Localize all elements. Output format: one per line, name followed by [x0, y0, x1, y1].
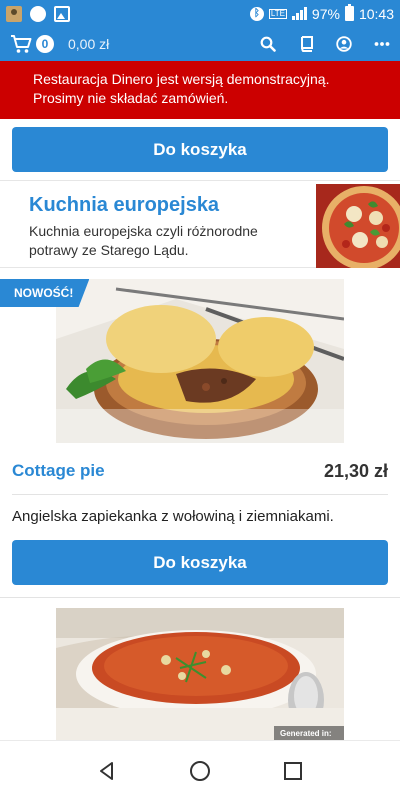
product-price: 21,30 zł: [323, 461, 388, 481]
system-indicators: ᛒ LTE 97% 10:43: [249, 4, 394, 22]
notification-icons: [6, 5, 70, 22]
generated-watermark: Generated in:: [280, 729, 332, 738]
product-name[interactable]: Cottage pie: [12, 461, 105, 481]
add-to-cart-button[interactable]: Do koszyka: [12, 127, 388, 172]
product-description: Angielska zapiekanka z wołowiną i ziemni…: [12, 508, 334, 525]
home-icon[interactable]: [188, 759, 212, 783]
cart-count-badge[interactable]: 0: [36, 35, 54, 53]
bluetooth-icon: ᛒ: [249, 6, 264, 21]
app-bar: 0 0,00 zł: [0, 27, 400, 61]
add-to-cart-button[interactable]: Do koszyka: [12, 540, 388, 585]
cottage-pie-image[interactable]: [56, 279, 344, 443]
clock: 10:43: [358, 5, 394, 22]
more-icon[interactable]: [374, 36, 390, 52]
cart-icon[interactable]: [10, 34, 32, 54]
recents-icon[interactable]: [281, 759, 305, 783]
battery-percent: 97%: [311, 5, 340, 22]
book-icon[interactable]: [298, 36, 314, 52]
demo-warning-line-2: Prosimy nie składać zamówień.: [33, 90, 229, 106]
demo-warning-banner: Restauracja Dinero jest wersją demonstra…: [0, 61, 400, 119]
system-nav-bar: [0, 740, 400, 800]
account-icon[interactable]: [336, 36, 352, 52]
signal-icon: [291, 7, 307, 20]
new-badge: NOWOŚĆ!: [0, 279, 90, 307]
cart-total[interactable]: 0,00 zł: [68, 36, 109, 52]
search-icon[interactable]: [260, 36, 276, 52]
menu-content[interactable]: Do koszyka Kuchnia europejska Kuchnia eu…: [0, 119, 400, 740]
status-bar: ᛒ LTE 97% 10:43: [0, 0, 400, 27]
product-divider: [12, 494, 388, 495]
image-notification-icon: [54, 5, 70, 22]
category-title: Kuchnia europejska: [29, 194, 220, 216]
category-description: Kuchnia europejska czyli różnorodne potr…: [29, 223, 258, 258]
soup-image[interactable]: Generated in:: [56, 608, 344, 740]
app-actions: [260, 36, 390, 52]
circle-notification-icon: [30, 5, 46, 22]
app-notification-icon: [6, 5, 22, 22]
section-divider: [0, 597, 400, 598]
battery-icon: [344, 4, 354, 21]
demo-warning-line-1: Restauracja Dinero jest wersją demonstra…: [33, 71, 330, 87]
network-type: LTE: [268, 8, 287, 19]
category-image: [316, 184, 400, 268]
app-screen: ᛒ LTE 97% 10:43 0 0,00 zł Restauracja Di…: [0, 0, 400, 800]
back-icon[interactable]: [95, 759, 119, 783]
category-card[interactable]: Kuchnia europejska Kuchnia europejska cz…: [0, 180, 400, 268]
